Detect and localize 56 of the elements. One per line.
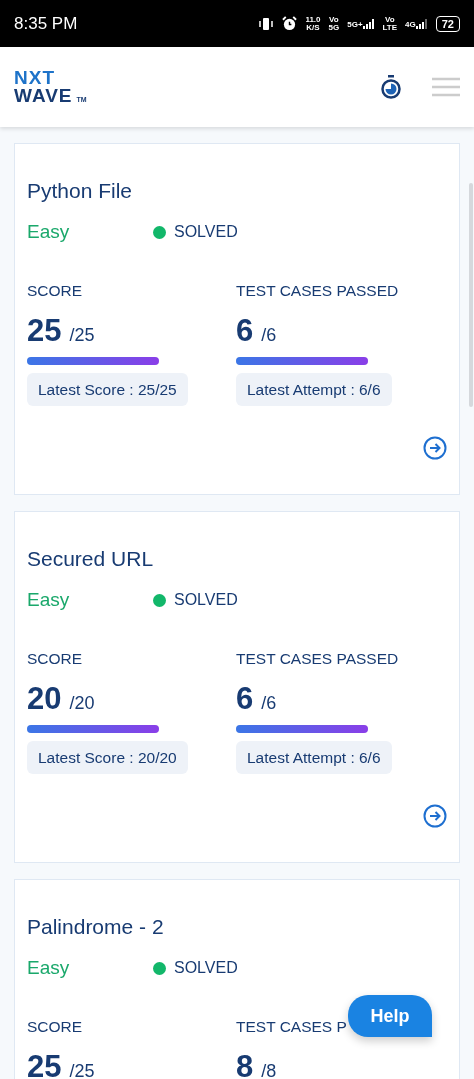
- stat-value: 6: [236, 680, 254, 717]
- battery-level: 72: [435, 15, 460, 32]
- problem-card[interactable]: Secured URL Easy SOLVED SCORE 20 /20 Latest Score : 20/20 TEST CASES PASSED 6 /6 Latest Attempt : 6/6: [14, 511, 460, 863]
- alarm-clock-icon: [282, 16, 298, 31]
- stat-max: /6: [261, 323, 277, 347]
- status-dot: [153, 961, 166, 975]
- stat-label: SCORE: [27, 648, 83, 669]
- problem-title: Python File: [27, 178, 134, 204]
- speed-top: 11.0: [305, 15, 321, 24]
- network-bottom: 5G: [328, 23, 340, 32]
- latest-score: Latest Score : 20/20: [27, 740, 188, 774]
- stat-value: 25: [27, 312, 62, 349]
- stat-value: 25: [27, 1048, 62, 1079]
- stat-label: TEST CASES PASSED: [236, 280, 399, 301]
- stat-value: 8: [236, 1048, 254, 1079]
- network-bottom: LTE: [382, 23, 398, 32]
- status-label: SOLVED: [174, 222, 238, 243]
- stat-max: /20: [69, 691, 95, 715]
- problem-card[interactable]: Python File Easy SOLVED SCORE 25 /25 Latest Score : 25/25 TEST CASES PASSED 6 /6 Latest Attempt : 6/6: [14, 143, 460, 495]
- stat-value: 6: [236, 312, 254, 349]
- arrow-circle-icon[interactable]: [423, 803, 447, 828]
- help-button[interactable]: Help: [348, 995, 432, 1037]
- status-dot: [153, 593, 166, 607]
- status-label: SOLVED: [174, 958, 238, 979]
- latest-attempt: Latest Attempt : 6/6: [236, 740, 392, 774]
- latest-score: Latest Score : 25/25: [27, 372, 188, 406]
- problem-title: Palindrome - 2: [27, 914, 165, 940]
- stat-max: /8: [261, 1059, 277, 1079]
- problem-title: Secured URL: [27, 546, 155, 572]
- vibrate-icon: [258, 16, 275, 31]
- stat-label: TEST CASES PASSED: [236, 648, 399, 669]
- network-type: 5G+: [347, 20, 363, 29]
- stat-label: TEST CASES P: [236, 1016, 347, 1037]
- signal-icon: [415, 18, 428, 29]
- stat-max: /6: [261, 691, 277, 715]
- status-dot: [153, 225, 166, 239]
- stat-max: /25: [69, 1059, 95, 1079]
- clock-time: 8:35 PM: [14, 12, 78, 35]
- signal-icon: [362, 18, 375, 29]
- stat-value: 20: [27, 680, 62, 717]
- network-top: Vo: [384, 15, 396, 24]
- arrow-circle-icon[interactable]: [423, 435, 447, 460]
- stat-label: SCORE: [27, 1016, 83, 1037]
- status-label: SOLVED: [174, 590, 238, 611]
- logo-text: WAVE: [14, 87, 73, 105]
- network-type: 4G: [405, 20, 416, 29]
- difficulty-label: Easy: [27, 220, 71, 244]
- difficulty-label: Easy: [27, 956, 71, 980]
- stat-label: SCORE: [27, 280, 83, 301]
- speed-bottom: K/S: [305, 23, 321, 32]
- difficulty-label: Easy: [27, 588, 71, 612]
- network-top: Vo: [328, 15, 340, 24]
- latest-attempt: Latest Attempt : 6/6: [236, 372, 392, 406]
- logo-text: NXT: [14, 69, 56, 87]
- stat-max: /25: [69, 323, 95, 347]
- stopwatch-icon[interactable]: [380, 75, 402, 99]
